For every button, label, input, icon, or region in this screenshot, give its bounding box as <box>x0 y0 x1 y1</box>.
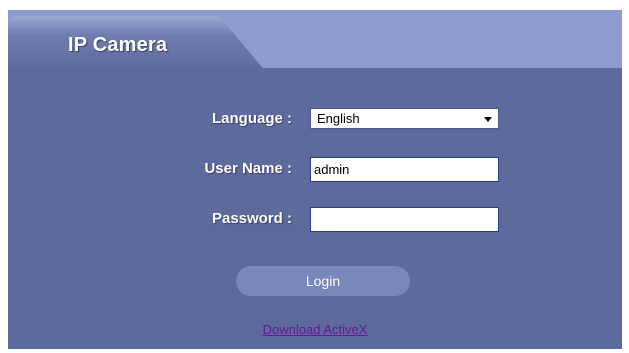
login-panel: IP Camera Language : English User Name :… <box>8 10 622 349</box>
dropdown-arrow-icon <box>484 117 492 122</box>
password-input[interactable] <box>310 207 499 232</box>
app-title: IP Camera <box>68 34 168 56</box>
password-label: Password : <box>211 210 292 227</box>
language-selected-value: English <box>317 111 360 126</box>
login-button[interactable]: Login <box>236 266 410 296</box>
username-label: User Name : <box>204 160 292 177</box>
language-label: Language : <box>211 110 292 127</box>
download-activex-link[interactable]: Download ActiveX <box>8 322 622 337</box>
username-input[interactable] <box>310 157 499 182</box>
language-select[interactable]: English <box>310 108 499 129</box>
